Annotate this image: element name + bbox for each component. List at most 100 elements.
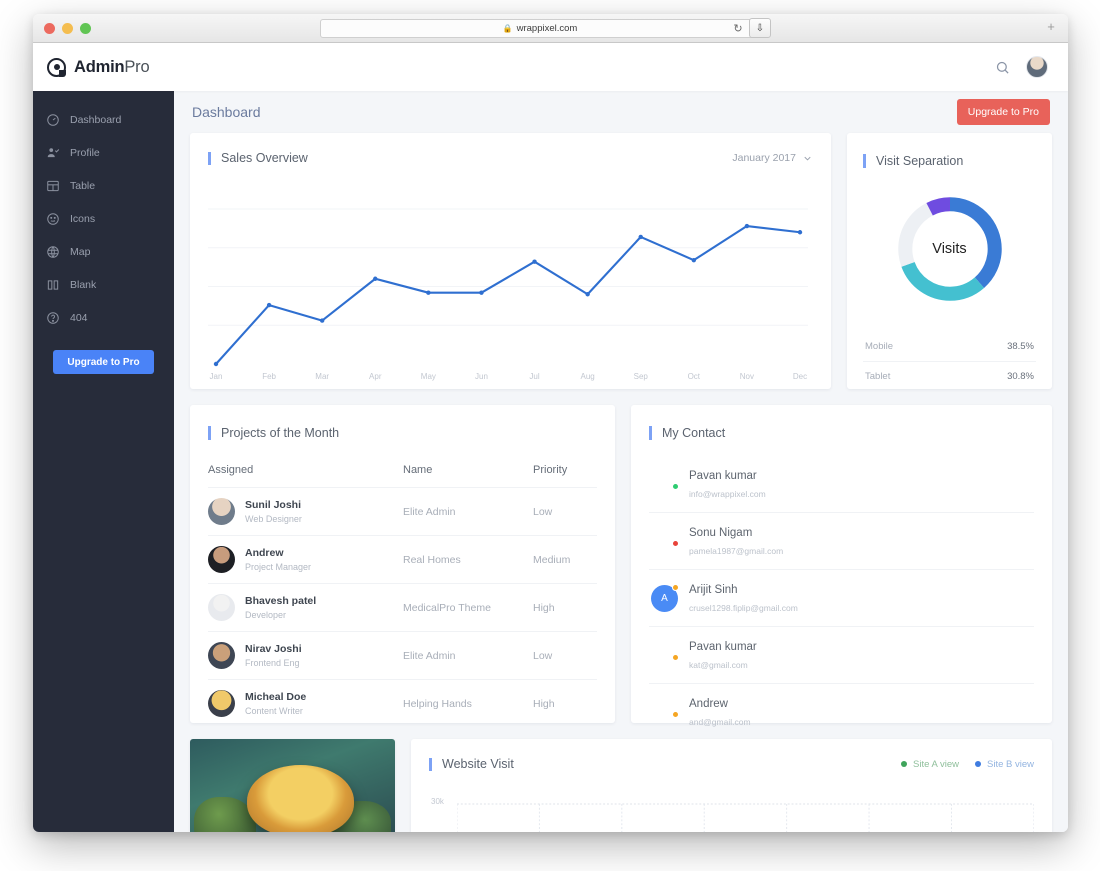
plus-icon[interactable]: +	[1042, 17, 1060, 35]
upgrade-to-pro-button[interactable]: Upgrade to Pro	[957, 99, 1050, 125]
sales-header: Sales Overview January 2017	[208, 152, 813, 165]
coral-left	[194, 797, 256, 832]
list-item[interactable]: Andrew and@gmail.com	[649, 684, 1034, 741]
sidebar-item-label: Table	[70, 180, 95, 192]
svg-text:Sep: Sep	[634, 372, 649, 381]
smiley-icon	[46, 212, 60, 226]
assignee-name: Nirav Joshi	[245, 643, 302, 655]
contact-text: Pavan kumar info@wrappixel.com	[689, 466, 766, 502]
crab-photo	[247, 765, 354, 832]
assignee-role: Web Designer	[245, 514, 302, 524]
website-visit-card: Website Visit Site A view Site B view 30…	[411, 739, 1052, 832]
sidebar-item-map[interactable]: Map	[33, 235, 174, 268]
table-row[interactable]: Nirav Joshi Frontend Eng Elite Admin Low	[208, 632, 597, 680]
legend-site-b[interactable]: Site B view	[975, 759, 1034, 770]
svg-text:Aug: Aug	[581, 372, 595, 381]
assignee-text: Micheal Doe Content Writer	[245, 690, 306, 716]
cell-project-name: Elite Admin	[403, 632, 533, 680]
cell-assigned: Bhavesh patel Developer	[208, 584, 403, 632]
assignee-role: Project Manager	[245, 562, 311, 572]
list-item[interactable]: Sonu Nigam pamela1987@gmail.com	[649, 513, 1034, 570]
globe-icon	[46, 245, 60, 259]
list-item[interactable]: Pavan kumar info@wrappixel.com	[649, 456, 1034, 513]
close-window-button[interactable]	[44, 23, 55, 34]
legend-label: Tablet	[865, 371, 890, 382]
minimize-window-button[interactable]	[62, 23, 73, 34]
avatar	[208, 594, 235, 621]
contact-text: Pavan kumar kat@gmail.com	[689, 637, 757, 673]
brand-title: AdminPro	[74, 58, 149, 77]
svg-text:Nov: Nov	[740, 372, 754, 381]
cell-assigned: Andrew Project Manager	[208, 536, 403, 584]
sidebar-item-profile[interactable]: Profile	[33, 136, 174, 169]
projects-table: Assigned Name Priority Sunil Joshi Web D…	[208, 464, 597, 727]
question-circle-icon	[46, 311, 60, 325]
user-check-icon	[46, 146, 60, 160]
sidebar-item-label: Blank	[70, 279, 96, 291]
sidebar-upgrade-button[interactable]: Upgrade to Pro	[53, 350, 154, 374]
grid-icon	[46, 179, 60, 193]
sales-overview-title: Sales Overview	[208, 152, 308, 165]
cell-assigned: Sunil Joshi Web Designer	[208, 488, 403, 536]
contact-name: Sonu Nigam	[689, 527, 752, 539]
table-row[interactable]: Micheal Doe Content Writer Helping Hands…	[208, 680, 597, 728]
cell-assigned: Nirav Joshi Frontend Eng	[208, 632, 403, 680]
list-item[interactable]: A Arijit Sinh crusel1298.fiplip@gmail.co…	[649, 570, 1034, 627]
cell-priority: Low	[533, 488, 597, 536]
reload-icon[interactable]: ↻	[730, 20, 746, 36]
window-controls	[33, 23, 91, 34]
visit-separation-title: Visit Separation	[863, 154, 963, 168]
url-text: wrappixel.com	[517, 23, 578, 34]
address-bar[interactable]: 🔒 wrappixel.com	[320, 19, 760, 38]
cell-project-name: MedicalPro Theme	[403, 584, 533, 632]
search-icon[interactable]	[995, 60, 1010, 75]
sidebar: Dashboard Profile Table Icons Map Blank	[33, 91, 174, 832]
contact-email: crusel1298.fiplip@gmail.com	[689, 603, 798, 613]
status-badge	[672, 540, 679, 547]
assignee: Nirav Joshi Frontend Eng	[208, 642, 403, 669]
column-header-assigned: Assigned	[208, 464, 403, 488]
svg-text:Apr: Apr	[369, 372, 382, 381]
table-row[interactable]: Sunil Joshi Web Designer Elite Admin Low	[208, 488, 597, 536]
page-title: Dashboard	[192, 104, 261, 120]
cell-priority: Medium	[533, 536, 597, 584]
sidebar-item-label: 404	[70, 312, 88, 324]
assignee-text: Sunil Joshi Web Designer	[245, 498, 302, 524]
svg-text:Feb: Feb	[262, 372, 276, 381]
photo-card[interactable]	[190, 739, 395, 832]
month-label: January 2017	[732, 152, 796, 164]
download-icon[interactable]: ⇩	[749, 18, 771, 38]
status-badge	[672, 584, 679, 591]
sidebar-item-dashboard[interactable]: Dashboard	[33, 103, 174, 136]
sidebar-item-icons[interactable]: Icons	[33, 202, 174, 235]
assignee-role: Content Writer	[245, 706, 303, 716]
assignee: Micheal Doe Content Writer	[208, 690, 403, 717]
list-item[interactable]: Pavan kumar kat@gmail.com	[649, 627, 1034, 684]
legend-dot-icon	[975, 761, 981, 767]
assignee: Sunil Joshi Web Designer	[208, 498, 403, 525]
sidebar-item-404[interactable]: 404	[33, 301, 174, 334]
contact-name: Pavan kumar	[689, 470, 757, 482]
avatar[interactable]	[1026, 56, 1048, 78]
brand-logo[interactable]: AdminPro	[33, 43, 174, 91]
legend-site-a[interactable]: Site A view	[901, 759, 959, 770]
brand-light: Pro	[124, 58, 149, 76]
table-row[interactable]: Andrew Project Manager Real Homes Medium	[208, 536, 597, 584]
sales-overview-card: Sales Overview January 2017 JanFebMarApr…	[190, 133, 831, 389]
page-header: Dashboard Upgrade to Pro	[190, 91, 1052, 133]
sidebar-item-table[interactable]: Table	[33, 169, 174, 202]
website-visit-header: Website Visit Site A view Site B view	[429, 758, 1034, 771]
month-selector[interactable]: January 2017	[732, 152, 813, 164]
assignee-text: Andrew Project Manager	[245, 546, 311, 572]
avatar	[208, 690, 235, 717]
sidebar-item-label: Map	[70, 246, 90, 258]
legend-value: 30.8%	[1007, 371, 1034, 382]
legend-label: Site B view	[987, 759, 1034, 770]
sidebar-item-blank[interactable]: Blank	[33, 268, 174, 301]
contact-email: kat@gmail.com	[689, 660, 748, 670]
table-row[interactable]: Bhavesh patel Developer MedicalPro Theme…	[208, 584, 597, 632]
assignee-text: Nirav Joshi Frontend Eng	[245, 642, 302, 668]
cell-project-name: Real Homes	[403, 536, 533, 584]
contact-text: Sonu Nigam pamela1987@gmail.com	[689, 523, 783, 559]
maximize-window-button[interactable]	[80, 23, 91, 34]
